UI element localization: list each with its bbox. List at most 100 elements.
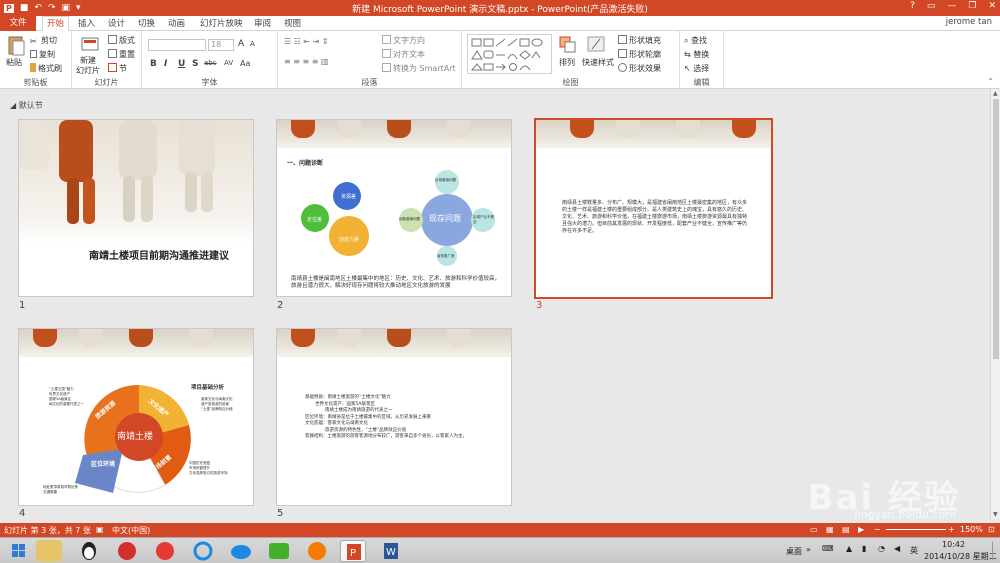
shape-effects-button[interactable]: 形状效果 bbox=[618, 63, 661, 74]
cut-button[interactable]: ✂ 剪切 bbox=[30, 35, 57, 46]
shape-fill-button[interactable]: 形状填充 bbox=[618, 35, 661, 46]
strikethrough-button[interactable]: abc bbox=[204, 59, 217, 67]
align-text-button[interactable]: 对齐文本 bbox=[382, 49, 425, 60]
zoom-level[interactable]: 150% bbox=[960, 525, 983, 534]
quick-styles-button[interactable]: 快速样式 bbox=[582, 57, 614, 68]
netease-music-icon[interactable] bbox=[114, 540, 140, 562]
slide-thumbnail-3[interactable]: 南靖县土楼数量多、分布广、规模大，是福建省闽南地区土楼最密集的地区，有众多的土楼… bbox=[534, 118, 773, 299]
file-explorer-icon[interactable] bbox=[36, 540, 62, 562]
char-spacing-button[interactable]: AV bbox=[224, 59, 233, 67]
scroll-down-icon[interactable]: ▼ bbox=[993, 511, 998, 518]
restore-button[interactable]: ❐ bbox=[968, 1, 976, 11]
scroll-up-icon[interactable]: ▲ bbox=[993, 90, 998, 97]
toolbar-arrow-icon[interactable]: » bbox=[806, 545, 811, 554]
reset-button[interactable]: 重置 bbox=[108, 49, 135, 60]
slide-thumbnail-1[interactable]: 南靖土楼项目前期沟通推进建议 bbox=[18, 119, 254, 297]
language-status[interactable]: 中文(中国) bbox=[112, 525, 150, 536]
copy-icon bbox=[30, 50, 37, 58]
media-player-icon[interactable] bbox=[304, 540, 330, 562]
wifi-icon[interactable]: ◔ bbox=[878, 544, 885, 553]
tab-home[interactable]: 开始 bbox=[42, 16, 70, 32]
tab-review[interactable]: 审阅 bbox=[254, 17, 271, 30]
shrink-font-button[interactable]: A bbox=[250, 40, 255, 48]
iqiyi-icon[interactable] bbox=[266, 540, 292, 562]
tray-expand-icon[interactable]: ▲ bbox=[846, 544, 852, 553]
tab-slideshow[interactable]: 幻灯片放映 bbox=[200, 17, 243, 30]
smartart-button[interactable]: 转换为 SmartArt bbox=[382, 63, 456, 74]
vertical-scrollbar[interactable]: ▲ ▼ bbox=[990, 89, 1000, 519]
clock-time[interactable]: 10:42 bbox=[942, 540, 965, 549]
grow-font-button[interactable]: A bbox=[238, 39, 244, 49]
section-header[interactable]: ◢ 默认节 bbox=[0, 89, 990, 110]
slide-2-header-image bbox=[277, 120, 511, 148]
qq-icon[interactable] bbox=[76, 540, 102, 562]
copy-button[interactable]: 复制 bbox=[30, 49, 55, 60]
windows-start-icon[interactable] bbox=[6, 540, 32, 562]
select-button[interactable]: ↖ 选择 bbox=[684, 63, 709, 74]
word-taskbar-icon[interactable]: W bbox=[378, 540, 404, 562]
powerpoint-taskbar-icon[interactable]: P bbox=[340, 540, 366, 562]
slide-thumbnail-5[interactable]: 基础特质：南靖土楼旅游的“土楼文化”魅力 世界文化遗产、国家5A级景区 南靖土楼… bbox=[276, 328, 512, 506]
new-slide-dropdown[interactable]: 幻灯片 bbox=[76, 65, 100, 76]
paste-button[interactable]: 粘贴 bbox=[6, 57, 22, 68]
powerpoint-window: P ■ ↶ ↷ ▣ ▾ 新建 Microsoft PowerPoint 演示文稿… bbox=[0, 0, 1000, 563]
tab-animations[interactable]: 动画 bbox=[168, 17, 185, 30]
shapes-gallery[interactable] bbox=[467, 34, 552, 74]
group-label-editing: 编辑 bbox=[693, 78, 710, 87]
tab-view[interactable]: 视图 bbox=[284, 17, 301, 30]
group-slides: 新建 幻灯片 版式 重置 节 幻灯片 bbox=[72, 31, 142, 89]
zoom-out-icon[interactable]: − bbox=[874, 525, 881, 534]
new-slide-icon bbox=[80, 35, 100, 55]
tab-insert[interactable]: 插入 bbox=[78, 17, 95, 30]
zoom-slider[interactable] bbox=[886, 529, 946, 530]
shadow-button[interactable]: S bbox=[192, 59, 198, 69]
spellcheck-icon[interactable]: ▣ bbox=[96, 525, 104, 534]
shape-outline-button[interactable]: 形状轮廓 bbox=[618, 49, 661, 60]
slide-thumbnail-4[interactable]: 南靖土楼 旅游资源 文化遗产 区位环境 市场前景 项目基础分析 “土楼王国”魅力… bbox=[18, 328, 254, 506]
network-icon[interactable]: ▮ bbox=[862, 544, 866, 553]
format-painter-button[interactable]: 格式刷 bbox=[30, 63, 62, 74]
slideshow-view-icon[interactable]: ▶ bbox=[858, 525, 864, 534]
minimize-button[interactable]: — bbox=[947, 1, 956, 11]
collapse-ribbon-button[interactable]: ⌃ bbox=[987, 77, 994, 86]
replace-button[interactable]: ⇆ 替换 bbox=[684, 49, 709, 60]
italic-button[interactable]: I bbox=[164, 59, 167, 69]
tab-file[interactable]: 文件 bbox=[0, 16, 36, 31]
ribbon-display-button[interactable]: ▭ bbox=[927, 1, 936, 11]
close-button[interactable]: ✕ bbox=[988, 1, 996, 11]
tab-transitions[interactable]: 切换 bbox=[138, 17, 155, 30]
scrollbar-thumb[interactable] bbox=[993, 99, 999, 359]
keyboard-icon[interactable]: ⌨ bbox=[822, 544, 834, 553]
align-buttons[interactable]: ≡ ≡ ≡ ≡ ▥ bbox=[284, 57, 329, 66]
tab-design[interactable]: 设计 bbox=[108, 17, 125, 30]
cloud-drive-icon[interactable] bbox=[190, 540, 216, 562]
find-button[interactable]: ⌕ 查找 bbox=[684, 35, 707, 46]
volume-icon[interactable]: ◀ bbox=[894, 544, 900, 553]
clock-date[interactable]: 2014/10/28 星期二 bbox=[924, 551, 997, 562]
zoom-in-icon[interactable]: + bbox=[948, 525, 955, 534]
text-direction-button[interactable]: 文字方向 bbox=[382, 35, 425, 46]
arrange-button[interactable]: 排列 bbox=[559, 57, 575, 68]
font-size-combo[interactable]: 18 bbox=[208, 39, 234, 51]
normal-view-icon[interactable]: ▭ bbox=[810, 525, 818, 534]
underline-button[interactable]: U bbox=[178, 59, 185, 69]
slide-sorter-view-icon[interactable]: ▦ bbox=[826, 525, 834, 534]
change-case-button[interactable]: Aa bbox=[240, 59, 250, 68]
browser-cloud-icon[interactable] bbox=[228, 540, 254, 562]
reset-icon bbox=[108, 49, 117, 58]
section-icon bbox=[108, 63, 117, 72]
help-button[interactable]: ? bbox=[910, 1, 915, 11]
section-button[interactable]: 节 bbox=[108, 63, 127, 74]
user-account[interactable]: jerome tan bbox=[946, 17, 992, 27]
show-desktop-button[interactable] bbox=[992, 542, 998, 560]
fit-slide-icon[interactable]: ⊡ bbox=[988, 525, 995, 534]
bullets-button[interactable]: ☰ ☷ ⇤ ⇥ ⇕ bbox=[284, 37, 329, 46]
font-name-combo[interactable] bbox=[148, 39, 206, 51]
reading-view-icon[interactable]: ▤ bbox=[842, 525, 850, 534]
slide-thumbnail-2[interactable]: 一、问题诊断 资源差 定位差 创造力差 现存问题 区域营销问题 创新营销问题 区… bbox=[276, 119, 512, 297]
bold-button[interactable]: B bbox=[150, 59, 157, 69]
desktop-toolbar[interactable]: 桌面 bbox=[786, 546, 802, 557]
music-app-icon[interactable] bbox=[152, 540, 178, 562]
layout-button[interactable]: 版式 bbox=[108, 35, 135, 46]
ime-indicator[interactable]: 英 bbox=[910, 545, 918, 556]
